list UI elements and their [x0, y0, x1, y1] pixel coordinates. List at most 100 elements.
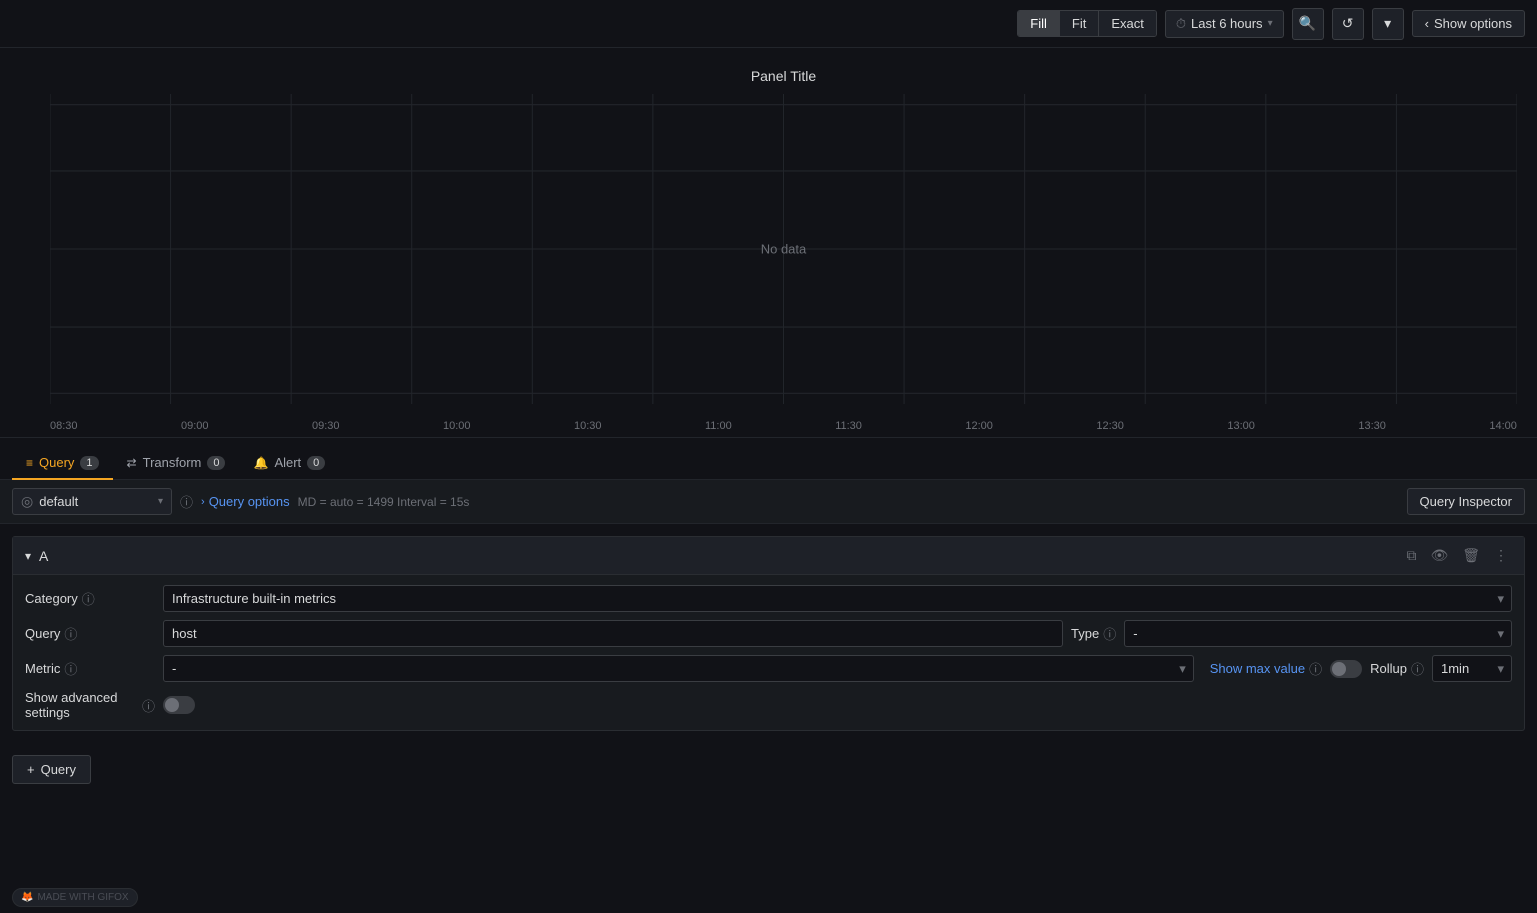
query-section-label: A [39, 548, 48, 564]
query-section-a: ▾ A ⧉ 👁 🗑 ⋮ Category ⓘ Infrastructure bu… [12, 536, 1525, 731]
chart-title: Panel Title [50, 68, 1517, 84]
datasource-icon: ◎ [21, 493, 33, 510]
show-max-value-info-icon[interactable]: ⓘ [1309, 659, 1322, 678]
chevron-down-icon: ▾ [1268, 18, 1273, 29]
add-query-label: Query [41, 762, 76, 777]
x-label: 13:30 [1358, 420, 1386, 432]
metric-label-text: Metric [25, 661, 60, 676]
query-input[interactable] [163, 620, 1063, 647]
tab-alert[interactable]: 🔔 Alert 0 [239, 447, 339, 480]
top-bar: Fill Fit Exact ⏱ Last 6 hours ▾ 🔍 ↺ ▾ ‹ … [0, 0, 1537, 48]
refresh-icon: ↺ [1342, 15, 1354, 32]
category-dropdown[interactable]: Infrastructure built-in metrics ▾ [163, 585, 1512, 612]
datasource-info-icon[interactable]: ⓘ [180, 492, 193, 511]
category-select[interactable]: Infrastructure built-in metrics [163, 585, 1512, 612]
plus-icon: + [27, 762, 35, 777]
fill-button[interactable]: Fill [1018, 11, 1060, 36]
view-mode-group: Fill Fit Exact [1017, 10, 1157, 37]
advanced-settings-toggle[interactable] [163, 696, 195, 714]
type-label: Type ⓘ [1071, 624, 1116, 643]
chevron-down-icon: ▾ [158, 496, 163, 507]
delete-query-button[interactable]: 🗑 [1458, 545, 1484, 566]
show-options-label: Show options [1434, 16, 1512, 31]
x-label: 09:30 [312, 420, 340, 432]
show-options-button[interactable]: ‹ Show options [1412, 10, 1525, 37]
query-actions: ⧉ 👁 🗑 ⋮ [1402, 545, 1512, 566]
zoom-out-button[interactable]: 🔍 [1292, 8, 1324, 40]
datasource-label: default [39, 494, 78, 509]
query-options-link[interactable]: › Query options [201, 494, 290, 509]
query-row: Query ⓘ Type ⓘ - ▾ [25, 620, 1512, 647]
x-label: 10:30 [574, 420, 602, 432]
type-select[interactable]: - [1124, 620, 1512, 647]
metric-info-icon[interactable]: ⓘ [64, 659, 77, 678]
transform-tab-count: 0 [207, 456, 225, 470]
show-max-value-toggle[interactable] [1330, 660, 1362, 678]
datasource-selector[interactable]: ◎ default ▾ [12, 488, 172, 515]
x-label: 11:30 [835, 420, 862, 432]
chevron-right-icon: › [201, 496, 205, 508]
query-options-label: Query options [209, 494, 290, 509]
x-label: 14:00 [1489, 420, 1517, 432]
refresh-button[interactable]: ↺ [1332, 8, 1364, 40]
tabs-bar: ≡ Query 1 ⇄ Transform 0 🔔 Alert 0 [0, 438, 1537, 480]
show-max-value-label: Show max value ⓘ [1210, 659, 1322, 678]
query-fields: Category ⓘ Infrastructure built-in metri… [13, 575, 1524, 730]
add-query-button[interactable]: + Query [12, 755, 91, 784]
x-label: 12:00 [965, 420, 993, 432]
type-label-text: Type [1071, 626, 1099, 641]
copy-query-button[interactable]: ⧉ [1402, 545, 1420, 566]
category-label-text: Category [25, 591, 78, 606]
type-section: Type ⓘ - ▾ [1071, 620, 1512, 647]
category-row: Category ⓘ Infrastructure built-in metri… [25, 585, 1512, 612]
time-range-picker[interactable]: ⏱ Last 6 hours ▾ [1165, 10, 1284, 38]
show-max-value-text: Show max value [1210, 661, 1305, 676]
metric-select[interactable]: - [163, 655, 1194, 682]
fit-button[interactable]: Fit [1060, 11, 1099, 36]
metric-dropdown[interactable]: - ▾ [163, 655, 1194, 682]
query-meta: MD = auto = 1499 Interval = 15s [298, 495, 470, 509]
advanced-settings-label: Show advanced settings ⓘ [25, 690, 155, 720]
tab-transform-label: Transform [143, 455, 202, 470]
query-inspector-button[interactable]: Query Inspector [1407, 488, 1526, 515]
chevron-down-icon: ▾ [1384, 15, 1391, 32]
chevron-left-icon: ‹ [1425, 16, 1429, 31]
x-label: 12:30 [1096, 420, 1124, 432]
category-info-icon[interactable]: ⓘ [82, 589, 95, 608]
alert-tab-icon: 🔔 [253, 456, 268, 470]
advanced-settings-text: Show advanced settings [25, 690, 138, 720]
metric-field-label: Metric ⓘ [25, 659, 155, 678]
tab-transform[interactable]: ⇄ Transform 0 [113, 447, 240, 480]
toggle-visibility-button[interactable]: 👁 [1426, 545, 1452, 566]
type-dropdown[interactable]: - ▾ [1124, 620, 1512, 647]
metric-row: Metric ⓘ - ▾ Show max value ⓘ Rollup ⓘ [25, 655, 1512, 682]
clock-icon: ⏱ [1176, 16, 1186, 32]
advanced-settings-row: Show advanced settings ⓘ [25, 690, 1512, 720]
chart-container: 1.0 0.5 0 -0.5 -1.0 08:30 09:00 09:30 10… [50, 94, 1517, 404]
rollup-select[interactable]: 1min [1432, 655, 1512, 682]
tab-query-label: Query [39, 455, 74, 470]
collapse-button[interactable]: ▾ [25, 549, 31, 563]
rollup-info-icon[interactable]: ⓘ [1411, 659, 1424, 678]
add-query-section: + Query [0, 743, 1537, 796]
type-info-icon[interactable]: ⓘ [1103, 624, 1116, 643]
advanced-settings-info-icon[interactable]: ⓘ [142, 696, 155, 715]
more-query-button[interactable]: ⋮ [1490, 545, 1512, 566]
query-options-bar: ◎ default ▾ ⓘ › Query options MD = auto … [0, 480, 1537, 524]
no-data-label: No data [761, 242, 807, 257]
rollup-dropdown[interactable]: 1min ▾ [1432, 655, 1512, 682]
gifox-label: MADE WITH GIFOX [37, 892, 128, 903]
tab-query[interactable]: ≡ Query 1 [12, 447, 113, 480]
x-label: 11:00 [705, 420, 732, 432]
x-label: 08:30 [50, 420, 78, 432]
x-label: 09:00 [181, 420, 209, 432]
exact-button[interactable]: Exact [1099, 11, 1156, 36]
query-info-icon[interactable]: ⓘ [64, 624, 77, 643]
transform-tab-icon: ⇄ [127, 456, 137, 470]
alert-tab-count: 0 [307, 456, 325, 470]
category-field-label: Category ⓘ [25, 589, 155, 608]
x-label: 10:00 [443, 420, 471, 432]
more-options-button[interactable]: ▾ [1372, 8, 1404, 40]
zoom-out-icon: 🔍 [1299, 15, 1316, 32]
made-with-gifox: 🦊 MADE WITH GIFOX [12, 888, 138, 907]
